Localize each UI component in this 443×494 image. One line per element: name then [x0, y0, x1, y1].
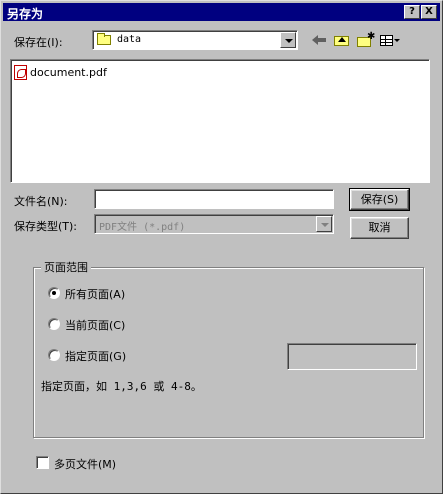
view-menu-icon[interactable]: [378, 32, 400, 48]
multi-file-checkbox[interactable]: [36, 456, 49, 469]
filetype-dropdown-arrow[interactable]: [316, 216, 332, 232]
save-button[interactable]: 保存(S): [349, 188, 410, 211]
all-pages-label[interactable]: 所有页面(A): [65, 286, 125, 302]
all-pages-radio[interactable]: [48, 287, 60, 299]
filetype-combobox[interactable]: PDF文件 (*.pdf): [94, 214, 334, 234]
specified-pages-input[interactable]: [287, 343, 417, 370]
save-in-dropdown-arrow[interactable]: [280, 32, 296, 48]
specified-pages-radio[interactable]: [48, 349, 60, 361]
up-folder-icon[interactable]: [332, 32, 352, 48]
back-icon[interactable]: [310, 32, 330, 48]
new-folder-icon[interactable]: ✱: [355, 31, 375, 48]
save-as-dialog: 另存为 ? X 保存在(I): data ✱ document.pdf 文件名(…: [0, 0, 443, 494]
specified-pages-label[interactable]: 指定页面(G): [65, 348, 126, 364]
page-range-hint: 指定页面，如 1,3,6 或 4-8。: [41, 380, 202, 393]
folder-icon: [97, 33, 111, 45]
file-name: document.pdf: [30, 65, 107, 79]
pdf-file-icon: [14, 64, 27, 80]
title-bar: 另存为 ? X: [3, 3, 440, 21]
multi-file-label[interactable]: 多页文件(M): [54, 456, 116, 472]
save-in-combobox[interactable]: data: [92, 30, 298, 50]
save-in-label: 保存在(I):: [14, 36, 63, 49]
close-button[interactable]: X: [421, 5, 437, 19]
cancel-button[interactable]: 取消: [350, 217, 409, 239]
current-page-label[interactable]: 当前页面(C): [65, 317, 125, 333]
dialog-title: 另存为: [7, 7, 44, 21]
file-item[interactable]: document.pdf: [14, 64, 107, 80]
help-button[interactable]: ?: [404, 5, 420, 19]
filename-input[interactable]: [94, 189, 334, 209]
filetype-value: PDF文件 (*.pdf): [99, 222, 186, 233]
filetype-label: 保存类型(T):: [14, 220, 78, 233]
page-range-title: 页面范围: [41, 259, 91, 275]
save-in-value: data: [117, 34, 142, 45]
file-list[interactable]: document.pdf: [10, 59, 430, 183]
current-page-radio[interactable]: [48, 318, 60, 330]
filename-label: 文件名(N):: [14, 195, 68, 208]
